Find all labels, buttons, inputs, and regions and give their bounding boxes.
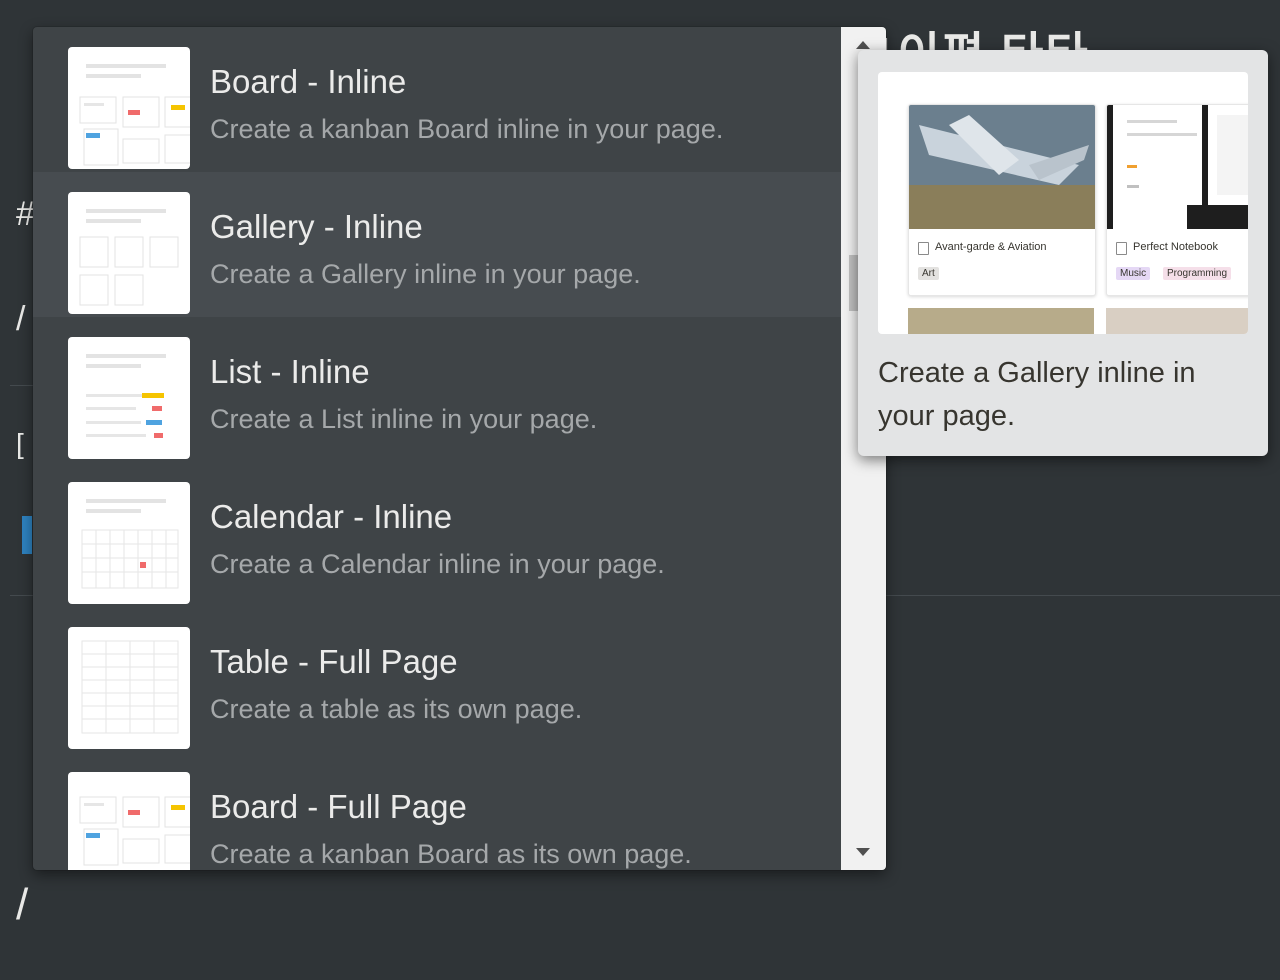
gallery-card <box>908 308 1094 334</box>
board-thumbnail-icon <box>68 772 190 870</box>
gallery-card-name: Avant-garde & Aviation <box>935 241 1047 253</box>
board-thumbnail-icon <box>68 47 190 169</box>
gallery-card-tag: Art <box>918 267 939 280</box>
gallery-preview-image: Avant-garde & Aviation Art Perfect Noteb… <box>878 72 1248 334</box>
menu-item-description: Create a Gallery inline in your page. <box>210 259 641 289</box>
page-text-fragment: [ <box>16 428 24 459</box>
list-thumbnail-icon <box>68 337 190 459</box>
menu-item-gallery-inline[interactable]: Gallery - Inline Create a Gallery inline… <box>33 172 841 317</box>
menu-item-description: Create a kanban Board inline in your pag… <box>210 114 724 144</box>
menu-item-description: Create a table as its own page. <box>210 694 583 724</box>
menu-item-title: Calendar - Inline <box>210 498 453 535</box>
menu-item-title: List - Inline <box>210 353 370 390</box>
preview-popover: Avant-garde & Aviation Art Perfect Noteb… <box>858 50 1268 456</box>
menu-item-board-inline[interactable]: Board - Inline Create a kanban Board inl… <box>33 27 841 172</box>
menu-item-table-full-page[interactable]: Table - Full Page Create a table as its … <box>33 607 841 752</box>
menu-item-list-inline[interactable]: List - Inline Create a List inline in yo… <box>33 317 841 462</box>
menu-list: Board - Inline Create a kanban Board inl… <box>33 27 841 870</box>
gallery-card-name: Perfect Notebook <box>1133 241 1218 253</box>
menu-item-title: Table - Full Page <box>210 643 458 680</box>
gallery-card <box>1106 308 1248 334</box>
gallery-card: Avant-garde & Aviation Art <box>908 104 1096 296</box>
scroll-down-arrow-icon[interactable] <box>856 848 870 856</box>
menu-item-description: Create a List inline in your page. <box>210 404 598 434</box>
menu-item-title: Board - Full Page <box>210 788 467 825</box>
notebook-screenshot-image <box>1107 105 1248 229</box>
menu-item-description: Create a kanban Board as its own page. <box>210 839 692 869</box>
document-icon <box>1116 242 1127 255</box>
gallery-card-tag: Music <box>1116 267 1151 280</box>
page-callout-bar <box>22 516 32 554</box>
text-cursor[interactable]: / <box>16 880 28 930</box>
gallery-card: Perfect Notebook Music Programming <box>1106 104 1248 296</box>
airplane-artwork-image <box>909 105 1095 229</box>
block-insert-menu: Board - Inline Create a kanban Board inl… <box>33 27 886 870</box>
menu-item-description: Create a Calendar inline in your page. <box>210 549 665 579</box>
calendar-thumbnail-icon <box>68 482 190 604</box>
table-thumbnail-icon <box>68 627 190 749</box>
menu-item-title: Board - Inline <box>210 63 407 100</box>
menu-item-title: Gallery - Inline <box>210 208 423 245</box>
preview-description: Create a Gallery inline in your page. <box>878 357 1196 432</box>
gallery-card-tag: Programming <box>1163 267 1232 280</box>
document-icon <box>918 242 929 255</box>
menu-item-calendar-inline[interactable]: Calendar - Inline Create a Calendar inli… <box>33 462 841 607</box>
scroll-up-arrow-icon[interactable] <box>856 41 870 49</box>
page-text-fragment: / <box>16 300 26 338</box>
gallery-thumbnail-icon <box>68 192 190 314</box>
menu-item-board-full-page[interactable]: Board - Full Page Create a kanban Board … <box>33 752 841 870</box>
